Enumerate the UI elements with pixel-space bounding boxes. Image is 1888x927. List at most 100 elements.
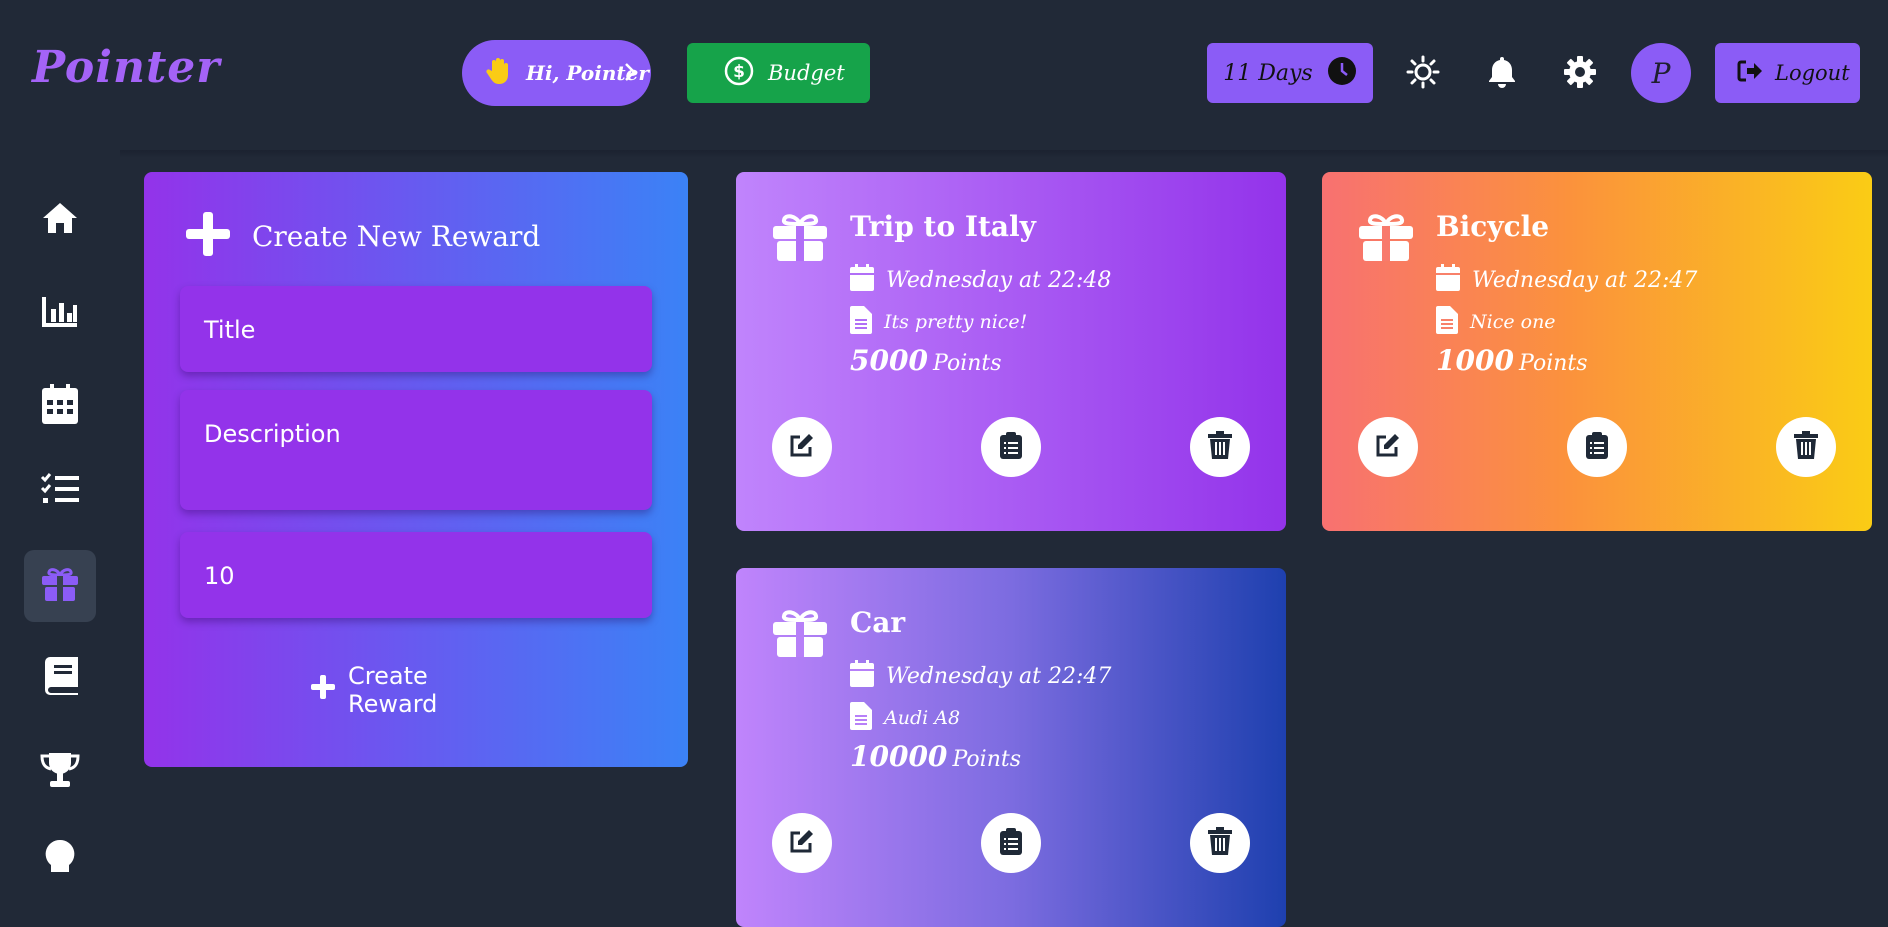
reward-points-input[interactable]: 10 [180, 532, 652, 618]
calendar-icon [850, 660, 874, 692]
user-avatar[interactable]: P [1631, 43, 1691, 103]
bar-chart-icon [41, 295, 79, 333]
reward-date-row: Wednesday at 22:47 [850, 660, 1111, 692]
waving-hand-icon [486, 57, 512, 89]
clipboard-list-icon [1586, 431, 1608, 463]
sidebar-item-tasks[interactable] [24, 455, 96, 527]
document-icon [850, 306, 872, 338]
chevron-right-icon [623, 60, 637, 88]
home-icon [41, 201, 79, 239]
sidebar-item-achievements[interactable] [24, 736, 96, 808]
trophy-icon [40, 751, 80, 793]
trash-icon [1794, 431, 1818, 463]
reward-points-unit: Points [1519, 351, 1588, 376]
book-icon [41, 656, 79, 700]
edit-reward-button[interactable] [1358, 417, 1418, 477]
sign-out-icon [1737, 59, 1763, 87]
budget-label: Budget [768, 61, 845, 85]
clipboard-list-icon [1000, 827, 1022, 859]
edit-icon [1375, 432, 1401, 462]
reward-points: 10000 Points [850, 740, 1021, 773]
reward-title-input[interactable]: Title [180, 286, 652, 372]
delete-reward-button[interactable] [1190, 813, 1250, 873]
dollar-circle-icon: $ [724, 56, 754, 90]
edit-icon [789, 828, 815, 858]
streak-days-button[interactable]: 11 Days [1207, 43, 1373, 103]
list-check-icon [40, 472, 80, 510]
document-icon [1436, 306, 1458, 338]
logout-button[interactable]: Logout [1715, 43, 1860, 103]
gift-icon [41, 566, 79, 606]
reward-date: Wednesday at 22:47 [886, 663, 1112, 689]
create-reward-button-label: Create Reward [348, 662, 438, 718]
clock-icon [1327, 56, 1357, 90]
reward-title: Car [850, 606, 906, 639]
reward-description-row: Its pretty nice! [850, 306, 1027, 338]
edit-icon [789, 432, 815, 462]
reward-points: 1000 Points [1436, 344, 1588, 377]
trash-icon [1208, 431, 1232, 463]
sidebar-item-journal[interactable] [24, 642, 96, 714]
streak-days-label: 11 Days [1223, 60, 1313, 86]
reward-description: Audi A8 [884, 707, 961, 729]
gear-icon[interactable] [1560, 52, 1600, 92]
claim-reward-button[interactable] [981, 813, 1041, 873]
sidebar-item-stats[interactable] [24, 278, 96, 350]
create-reward-heading: Create New Reward [184, 210, 540, 262]
claim-reward-button[interactable] [1567, 417, 1627, 477]
reward-card: Car Wednesday at 22:47 Audi A8 10000 Poi… [736, 568, 1286, 927]
clipboard-list-icon [1000, 431, 1022, 463]
reward-points-unit: Points [933, 351, 1002, 376]
app-logo[interactable]: Pointer [32, 42, 220, 93]
reward-description-row: Audi A8 [850, 702, 960, 734]
reward-description-row: Nice one [1436, 306, 1556, 338]
reward-description-input[interactable]: Description [180, 390, 652, 510]
logout-label: Logout [1775, 61, 1850, 85]
reward-points-value: 1000 [1436, 344, 1514, 377]
reward-description: Its pretty nice! [884, 311, 1028, 333]
claim-reward-button[interactable] [981, 417, 1041, 477]
delete-reward-button[interactable] [1776, 417, 1836, 477]
greeting-button[interactable]: Hi, Pointer [462, 40, 651, 106]
reward-points: 5000 Points [850, 344, 1002, 377]
calendar-icon [850, 264, 874, 296]
bell-icon[interactable] [1482, 52, 1522, 92]
edit-reward-button[interactable] [772, 417, 832, 477]
edit-reward-button[interactable] [772, 813, 832, 873]
gift-icon [1358, 212, 1414, 266]
reward-date-row: Wednesday at 22:48 [850, 264, 1111, 296]
reward-date: Wednesday at 22:48 [886, 267, 1112, 293]
reward-date: Wednesday at 22:47 [1472, 267, 1698, 293]
sidebar-item-calendar[interactable] [24, 370, 96, 442]
reward-description: Nice one [1470, 311, 1556, 333]
calendar-icon [1436, 264, 1460, 296]
sidebar-item-home[interactable] [24, 184, 96, 256]
sidebar-nav [0, 150, 120, 877]
content-top-shadow [120, 150, 1888, 158]
reward-points-value: 5000 [850, 344, 928, 377]
reward-date-row: Wednesday at 22:47 [1436, 264, 1697, 296]
sidebar-item-ideas[interactable] [24, 824, 96, 896]
plus-icon [184, 210, 232, 262]
document-icon [850, 702, 872, 734]
gift-icon [772, 212, 828, 266]
create-reward-card: Create New Reward Title Description 10 C… [144, 172, 688, 767]
lightbulb-icon [42, 838, 78, 882]
reward-card: Bicycle Wednesday at 22:47 Nice one 1000… [1322, 172, 1872, 531]
delete-reward-button[interactable] [1190, 417, 1250, 477]
reward-title: Trip to Italy [850, 210, 1036, 243]
top-header: Pointer Hi, Pointer $ Budget 11 Days P L… [0, 0, 1888, 150]
create-reward-heading-text: Create New Reward [252, 219, 541, 253]
budget-button[interactable]: $ Budget [687, 43, 870, 103]
create-reward-button[interactable]: Create Reward [310, 662, 522, 718]
reward-points-value: 10000 [850, 740, 948, 773]
trash-icon [1208, 827, 1232, 859]
reward-points-unit: Points [952, 747, 1022, 772]
reward-card: Trip to Italy Wednesday at 22:48 Its pre… [736, 172, 1286, 531]
svg-text:$: $ [733, 62, 745, 82]
reward-title: Bicycle [1436, 210, 1550, 243]
gift-icon [772, 608, 828, 662]
sidebar-item-rewards[interactable] [24, 550, 96, 622]
calendar-icon [41, 383, 79, 429]
theme-toggle-sun-icon[interactable] [1403, 52, 1443, 92]
